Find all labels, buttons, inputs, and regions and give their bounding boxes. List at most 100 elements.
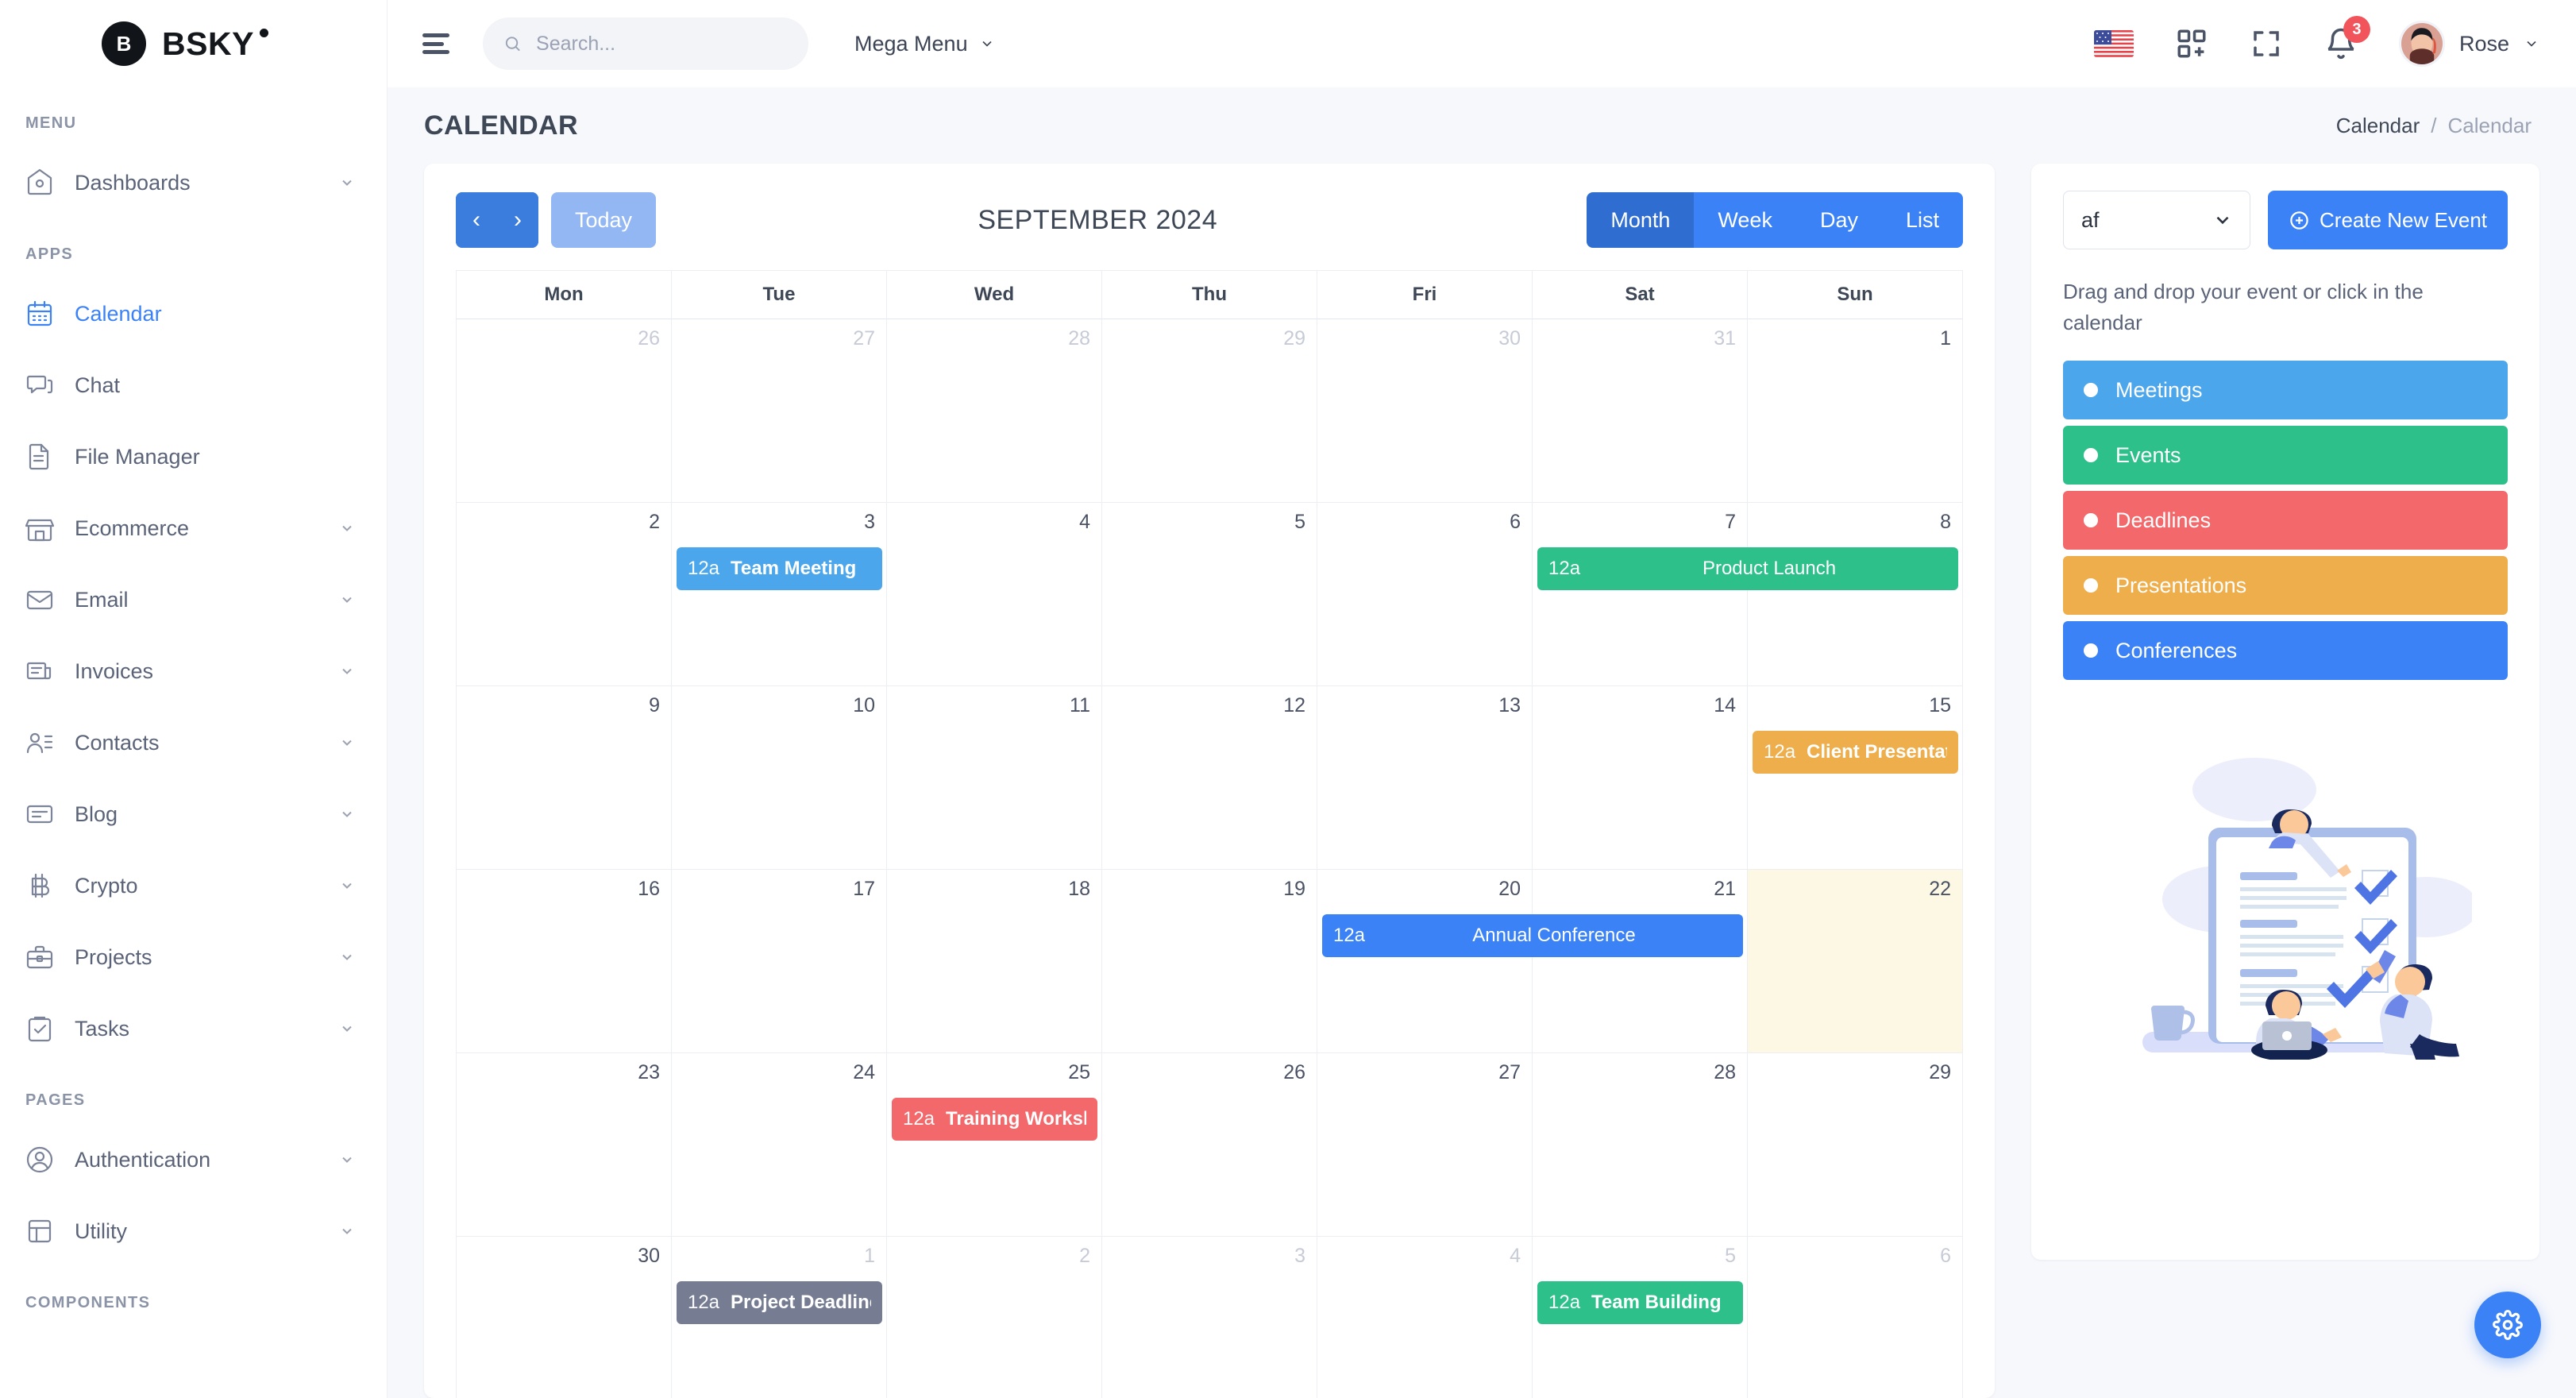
calendar-day-cell[interactable]: 28 <box>887 319 1102 503</box>
calendar-event-title: Team Meeting <box>731 558 857 579</box>
calendar-day-cell[interactable]: 9 <box>457 686 672 870</box>
calendar-day-cell[interactable]: 12 <box>1102 686 1317 870</box>
calendar-day-number: 8 <box>1940 511 1951 533</box>
calendar-day-cell[interactable]: 29 <box>1102 319 1317 503</box>
search-input[interactable] <box>536 32 788 56</box>
calendar-day-cell[interactable]: 29 <box>1748 1053 1963 1237</box>
brand-logo[interactable]: B BSKY <box>0 0 387 87</box>
sidebar-item-blog[interactable]: Blog <box>0 778 387 850</box>
calendar-day-cell[interactable]: 11 <box>887 686 1102 870</box>
calendar-day-cell[interactable]: 13 <box>1317 686 1533 870</box>
calendar-day-cell[interactable]: 30 <box>1317 319 1533 503</box>
event-category-list: Meetings Events Deadlines Presentations Conf… <box>2063 361 2508 686</box>
calendar-day-cell[interactable]: 27 <box>672 319 887 503</box>
calendar-day-cell[interactable]: 5 <box>1102 503 1317 686</box>
calendar-day-cell[interactable]: 27 <box>1317 1053 1533 1237</box>
sidebar-item-invoices[interactable]: Invoices <box>0 635 387 707</box>
calendar-day-cell[interactable]: 21 <box>1533 870 1748 1053</box>
calendar-event[interactable]: 12a Team Building <box>1537 1281 1743 1324</box>
calendar-day-cell[interactable]: 14 <box>1533 686 1748 870</box>
event-category-conferences[interactable]: Conferences <box>2063 621 2508 680</box>
calendar-day-cell[interactable]: 2 <box>887 1237 1102 1398</box>
prev-month-button[interactable]: ‹ <box>456 192 497 248</box>
calendar-day-cell[interactable]: 26 <box>457 319 672 503</box>
calendar-event-time: 12a <box>1332 925 1366 946</box>
calendar-day-cell[interactable]: 22 <box>1748 870 1963 1053</box>
us-flag-icon[interactable] <box>2093 30 2134 57</box>
sidebar-item-contacts[interactable]: Contacts <box>0 707 387 778</box>
calendar-day-cell[interactable]: 25 <box>887 1053 1102 1237</box>
calendar-view-day[interactable]: Day <box>1795 192 1882 248</box>
calendar-day-cell[interactable]: 7 <box>1533 503 1748 686</box>
sidebar-section-title: APPS <box>25 245 74 263</box>
search-box[interactable] <box>483 17 808 70</box>
sidebar-item-crypto[interactable]: Crypto <box>0 850 387 921</box>
next-month-button[interactable]: › <box>497 192 538 248</box>
sidebar-item-utility[interactable]: Utility <box>0 1195 387 1267</box>
event-category-meetings[interactable]: Meetings <box>2063 361 2508 419</box>
sidebar-item-chat[interactable]: Chat <box>0 350 387 421</box>
calendar-day-cell[interactable]: 1 <box>1748 319 1963 503</box>
event-category-deadlines[interactable]: Deadlines <box>2063 491 2508 550</box>
calendar-view-month[interactable]: Month <box>1587 192 1695 248</box>
calendar-day-cell[interactable]: 6 <box>1748 1237 1963 1398</box>
calendar-view-list[interactable]: List <box>1881 192 1963 248</box>
sidebar-section-title: MENU <box>25 114 77 132</box>
calendar-weekday-header: Mon Tue Wed Thu Fri Sat Sun <box>457 271 1963 319</box>
calendar-day-cell[interactable]: 8 <box>1748 503 1963 686</box>
sidebar-item-file-manager[interactable]: File Manager <box>0 421 387 492</box>
settings-fab-button[interactable] <box>2474 1292 2541 1358</box>
calendar-day-cell[interactable]: 6 <box>1317 503 1533 686</box>
calendar-day-cell[interactable]: 15 <box>1748 686 1963 870</box>
apps-grid-add-icon[interactable] <box>2175 27 2208 60</box>
sidebar-item-ecommerce[interactable]: Ecommerce <box>0 492 387 564</box>
sidebar-item-tasks[interactable]: Tasks <box>0 993 387 1064</box>
user-menu[interactable]: Rose <box>2398 21 2539 67</box>
create-new-event-button[interactable]: Create New Event <box>2268 191 2508 249</box>
calendar-event[interactable]: 12a Product Launch <box>1537 547 1958 590</box>
calendar-day-cell[interactable]: 24 <box>672 1053 887 1237</box>
calendar-day-cell[interactable]: 26 <box>1102 1053 1317 1237</box>
calendar-day-cell[interactable]: 23 <box>457 1053 672 1237</box>
calendar-day-cell[interactable]: 10 <box>672 686 887 870</box>
calendar-event[interactable]: 12a Training Workshop <box>891 1098 1097 1141</box>
mega-menu-button[interactable]: Mega Menu <box>854 32 995 56</box>
calendar-day-cell[interactable]: 20 <box>1317 870 1533 1053</box>
calendar-day-number: 31 <box>1714 327 1736 350</box>
chevron-down-icon <box>342 597 352 603</box>
calendar-week-row: 9 10 11 12 13 14 15 12a Client Presentation <box>457 686 1963 870</box>
locale-select[interactable]: af <box>2063 191 2251 249</box>
sidebar-item-authentication[interactable]: Authentication <box>0 1124 387 1195</box>
calendar-view-week[interactable]: Week <box>1694 192 1796 248</box>
calendar-day-cell[interactable]: 3 <box>1102 1237 1317 1398</box>
notifications-button[interactable]: 3 <box>2324 16 2370 60</box>
calendar-day-cell[interactable]: 17 <box>672 870 887 1053</box>
calendar-day-cell[interactable]: 19 <box>1102 870 1317 1053</box>
calendar-day-cell[interactable]: 31 <box>1533 319 1748 503</box>
calendar-event[interactable]: 12a Annual Conference <box>1321 914 1743 957</box>
calendar-day-cell[interactable]: 2 <box>457 503 672 686</box>
fullscreen-icon[interactable] <box>2250 27 2283 60</box>
calendar-day-cell[interactable]: 3 <box>672 503 887 686</box>
calendar-event[interactable]: 12a Project Deadline <box>676 1281 882 1324</box>
calendar-day-cell[interactable]: 30 <box>457 1237 672 1398</box>
calendar-day-cell[interactable]: 4 <box>1317 1237 1533 1398</box>
sidebar-section-title: COMPONENTS <box>25 1294 151 1311</box>
sidebar-item-dashboards[interactable]: Dashboards <box>0 147 387 218</box>
event-category-events[interactable]: Events <box>2063 426 2508 485</box>
event-category-presentations[interactable]: Presentations <box>2063 556 2508 615</box>
sidebar-item-calendar[interactable]: Calendar <box>0 278 387 350</box>
utility-icon <box>28 1219 52 1243</box>
sidebar-item-projects[interactable]: Projects <box>0 921 387 993</box>
calendar-week-row: 16 17 18 19 20 21 22 12a Annual Conference <box>457 870 1963 1053</box>
calendar-event[interactable]: 12a Team Meeting <box>676 547 882 590</box>
calendar-event[interactable]: 12a Client Presentation <box>1753 731 1958 774</box>
calendar-day-cell[interactable]: 28 <box>1533 1053 1748 1237</box>
breadcrumb-root[interactable]: Calendar <box>2336 114 2420 138</box>
hamburger-icon[interactable] <box>422 33 449 54</box>
calendar-day-cell[interactable]: 4 <box>887 503 1102 686</box>
sidebar-item-email[interactable]: Email <box>0 564 387 635</box>
calendar-day-cell[interactable]: 16 <box>457 870 672 1053</box>
page-title: CALENDAR <box>424 110 578 141</box>
calendar-day-cell[interactable]: 18 <box>887 870 1102 1053</box>
